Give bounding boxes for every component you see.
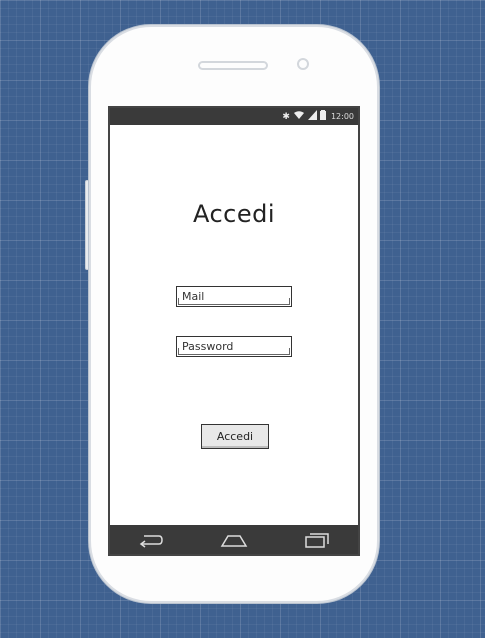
- battery-icon: [319, 110, 326, 124]
- phone-speaker: [198, 61, 268, 70]
- recent-apps-icon[interactable]: [304, 532, 330, 548]
- password-field[interactable]: [176, 336, 292, 357]
- mail-field[interactable]: [176, 286, 292, 307]
- signal-icon: [307, 110, 317, 124]
- home-icon[interactable]: [220, 532, 248, 548]
- phone-screen: ✱ 12:00 Accedi Accedi: [108, 106, 360, 556]
- bluetooth-icon: ✱: [282, 112, 290, 122]
- phone-camera: [297, 58, 309, 70]
- status-bar: ✱ 12:00: [110, 108, 358, 125]
- page-title: Accedi: [192, 200, 276, 228]
- login-button[interactable]: Accedi: [201, 424, 269, 449]
- navigation-bar: [110, 525, 358, 554]
- back-icon[interactable]: [138, 532, 164, 548]
- status-time: 12:00: [330, 112, 354, 121]
- wifi-icon: [293, 110, 305, 124]
